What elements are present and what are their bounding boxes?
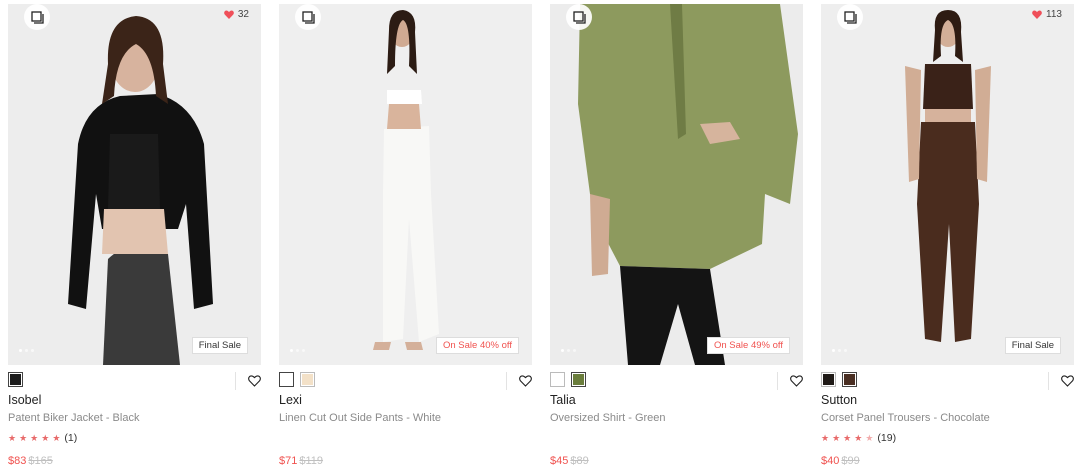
product-name[interactable]: Isobel xyxy=(8,393,41,407)
product-card[interactable]: On Sale 40% off Lexi Linen Cut Out Side … xyxy=(279,0,532,470)
image-carousel-dots[interactable] xyxy=(19,349,34,352)
quick-view-icon xyxy=(843,10,857,24)
color-swatches xyxy=(279,372,315,387)
like-count-value: 32 xyxy=(237,9,249,20)
original-price: $119 xyxy=(299,455,324,467)
color-swatch[interactable] xyxy=(821,372,836,387)
sale-badge: On Sale 49% off xyxy=(706,337,790,354)
quick-view-button[interactable] xyxy=(295,4,321,30)
color-swatches xyxy=(8,372,23,387)
product-rating: ★ ★ ★ ★ ★ (19) xyxy=(821,432,896,444)
original-price: $89 xyxy=(570,455,589,467)
product-price: $83 $165 xyxy=(8,455,53,467)
color-swatch[interactable] xyxy=(571,372,586,387)
color-swatch[interactable] xyxy=(8,372,23,387)
original-price: $99 xyxy=(841,455,860,467)
product-rating: ★ ★ ★ ★ ★ (1) xyxy=(8,432,77,444)
product-image[interactable]: On Sale 40% off xyxy=(279,4,532,365)
heart-filled-icon xyxy=(1032,10,1042,19)
sale-price: $83 xyxy=(8,455,27,467)
sale-badge: On Sale 40% off xyxy=(435,337,519,354)
status-badge: Final Sale xyxy=(191,337,248,354)
product-description[interactable]: Linen Cut Out Side Pants - White xyxy=(279,412,441,424)
color-swatches xyxy=(550,372,586,387)
sale-price: $40 xyxy=(821,455,840,467)
product-description[interactable]: Patent Biker Jacket - Black xyxy=(8,412,139,424)
quick-view-button[interactable] xyxy=(24,4,50,30)
color-swatch[interactable] xyxy=(550,372,565,387)
rating-count: (1) xyxy=(64,432,78,444)
wishlist-button[interactable] xyxy=(1048,372,1074,390)
color-swatch[interactable] xyxy=(279,372,294,387)
image-carousel-dots[interactable] xyxy=(290,349,305,352)
product-card[interactable]: On Sale 49% off Talia Oversized Shirt - … xyxy=(550,0,803,470)
rating-count: (19) xyxy=(877,432,897,444)
product-name[interactable]: Lexi xyxy=(279,393,302,407)
product-photo xyxy=(279,4,532,365)
wishlist-button[interactable] xyxy=(235,372,261,390)
like-count-value: 113 xyxy=(1046,9,1062,20)
wishlist-button[interactable] xyxy=(506,372,532,390)
product-grid: 32 Final Sale Isobel Patent Biker Jacket… xyxy=(0,0,1080,470)
product-image[interactable]: On Sale 49% off xyxy=(550,4,803,365)
status-badge: Final Sale xyxy=(1004,337,1061,354)
rating-stars: ★ ★ ★ ★ ★ xyxy=(821,432,874,443)
product-card[interactable]: 113 Final Sale Sutton Corset Panel Trous… xyxy=(821,0,1074,470)
product-image[interactable]: 32 Final Sale xyxy=(8,4,261,365)
product-price: $40 $99 xyxy=(821,455,860,467)
product-photo xyxy=(821,4,1074,365)
sale-price: $71 xyxy=(279,455,298,467)
wishlist-button[interactable] xyxy=(777,372,803,390)
heart-filled-icon xyxy=(224,10,234,19)
color-swatch[interactable] xyxy=(300,372,315,387)
quick-view-button[interactable] xyxy=(837,4,863,30)
product-card[interactable]: 32 Final Sale Isobel Patent Biker Jacket… xyxy=(8,0,261,470)
quick-view-icon xyxy=(30,10,44,24)
like-count[interactable]: 113 xyxy=(1032,9,1062,20)
heart-outline-icon xyxy=(1061,375,1074,387)
image-carousel-dots[interactable] xyxy=(561,349,576,352)
product-description[interactable]: Oversized Shirt - Green xyxy=(550,412,666,424)
heart-outline-icon xyxy=(519,375,532,387)
color-swatch[interactable] xyxy=(842,372,857,387)
like-count[interactable]: 32 xyxy=(224,9,249,20)
product-photo xyxy=(8,4,261,365)
product-price: $71 $119 xyxy=(279,455,323,467)
product-name[interactable]: Sutton xyxy=(821,393,857,407)
sale-price: $45 xyxy=(550,455,569,467)
color-swatches xyxy=(821,372,857,387)
heart-outline-icon xyxy=(790,375,803,387)
quick-view-button[interactable] xyxy=(566,4,592,30)
image-carousel-dots[interactable] xyxy=(832,349,847,352)
product-name[interactable]: Talia xyxy=(550,393,576,407)
product-price: $45 $89 xyxy=(550,455,589,467)
heart-outline-icon xyxy=(248,375,261,387)
product-description[interactable]: Corset Panel Trousers - Chocolate xyxy=(821,412,990,424)
rating-stars: ★ ★ ★ ★ ★ xyxy=(8,432,61,443)
quick-view-icon xyxy=(572,10,586,24)
product-photo xyxy=(550,4,803,365)
quick-view-icon xyxy=(301,10,315,24)
original-price: $165 xyxy=(28,455,53,467)
product-image[interactable]: 113 Final Sale xyxy=(821,4,1074,365)
